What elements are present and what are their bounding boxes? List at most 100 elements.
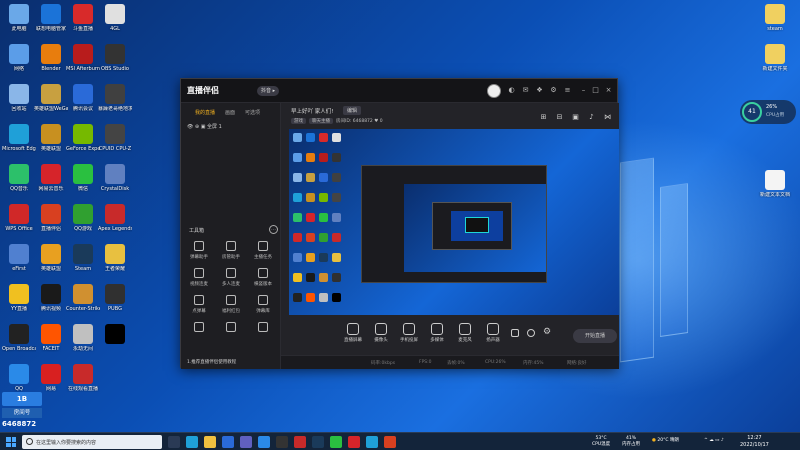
- vip-badge[interactable]: 抖音 ▸: [257, 86, 280, 96]
- mail-icon[interactable]: ✉: [521, 86, 530, 95]
- toolbox-item[interactable]: 点弹幕: [184, 295, 214, 314]
- task-view-icon[interactable]: [168, 436, 180, 448]
- steam-icon[interactable]: [312, 436, 324, 448]
- settings-icon[interactable]: ⚙: [543, 327, 551, 337]
- desktop-icon[interactable]: Apex Legends: [98, 204, 132, 232]
- cpu-widget[interactable]: 41 26% CPU占用: [740, 100, 796, 124]
- netease-music-icon[interactable]: [348, 436, 360, 448]
- stream-preview[interactable]: [289, 129, 619, 315]
- desktop-icon[interactable]: Microsoft Edge: [2, 124, 36, 152]
- settings-icon[interactable]: ⚙: [549, 86, 558, 95]
- desktop-icon[interactable]: MSI Afterburner: [66, 44, 100, 72]
- source-button[interactable]: 直播屏幕: [339, 323, 367, 343]
- desktop-icon[interactable]: CrystalDisk: [98, 164, 132, 192]
- start-live-button[interactable]: 开始直播: [573, 329, 617, 343]
- desktop-icon[interactable]: 网易: [34, 364, 68, 392]
- desktop-icon[interactable]: OBS Studio: [98, 44, 132, 72]
- headset-icon[interactable]: ◐: [507, 86, 516, 95]
- minimize-icon[interactable]: –: [579, 86, 588, 95]
- maximize-icon[interactable]: □: [591, 86, 600, 95]
- app-icon[interactable]: [240, 436, 252, 448]
- source-button[interactable]: 麦克风: [451, 323, 479, 343]
- toolbox-item[interactable]: 弹幕助手: [184, 241, 214, 260]
- windows-start-button[interactable]: [6, 437, 16, 447]
- desktop-icon[interactable]: CPUID CPU-Z: [98, 124, 132, 152]
- desktop-icon[interactable]: WPS Office: [2, 204, 36, 232]
- desktop-icon[interactable]: 腾讯视频: [34, 284, 68, 312]
- weather[interactable]: ● 20°C 晴朗: [652, 438, 679, 444]
- store-icon[interactable]: [222, 436, 234, 448]
- window-titlebar[interactable]: 直播伴侣 抖音 ▸ ◐ ✉ ❖ ⚙ ≡ – □ ×: [181, 79, 617, 103]
- desktop-icon[interactable]: Steam: [66, 244, 100, 272]
- desktop-icon[interactable]: 英雄联盟: [34, 124, 68, 152]
- desktop-icon[interactable]: 王者荣耀: [98, 244, 132, 272]
- desktop-icon[interactable]: 斗鱼直播: [66, 4, 100, 32]
- user-avatar[interactable]: [487, 84, 501, 98]
- edit-title-button[interactable]: 编辑: [343, 106, 362, 115]
- gift-icon[interactable]: ⊟: [555, 113, 564, 122]
- source-button[interactable]: 摄像头: [367, 323, 395, 343]
- toolbox-item[interactable]: 弹幕库: [248, 295, 278, 314]
- desktop-icon[interactable]: 英雄联盟: [34, 244, 68, 272]
- desktop-icon[interactable]: 腾讯会议: [66, 84, 100, 112]
- desktop-icon[interactable]: QQ游戏: [66, 204, 100, 232]
- menu-icon[interactable]: ≡: [563, 86, 572, 95]
- gift-icon[interactable]: ❖: [535, 86, 544, 95]
- toolbox-item[interactable]: 横竖版本: [248, 268, 278, 287]
- desktop-icon[interactable]: FACEIT: [34, 324, 68, 352]
- toolbox-item[interactable]: 视频连麦: [184, 268, 214, 287]
- bag-icon[interactable]: ▣: [571, 113, 580, 122]
- desktop-icon[interactable]: 新建文件夹: [758, 44, 792, 72]
- bell-icon[interactable]: ♪: [587, 113, 596, 122]
- lock-icon[interactable]: ⊞: [539, 113, 548, 122]
- app-icon[interactable]: [258, 436, 270, 448]
- desktop-icon[interactable]: 永劫无间: [66, 324, 100, 352]
- close-icon[interactable]: ×: [604, 86, 613, 95]
- desktop-icon[interactable]: 在线观看直播: [66, 364, 100, 392]
- toolbox-item[interactable]: [216, 322, 246, 335]
- desktop-icon[interactable]: QQ: [2, 364, 36, 392]
- desktop-icon[interactable]: 网络: [2, 44, 36, 72]
- app-icon[interactable]: [294, 436, 306, 448]
- desktop-icon[interactable]: YY直播: [2, 284, 36, 312]
- tray-icons[interactable]: ^ ☁ ▭ ♪: [704, 438, 724, 444]
- share-icon[interactable]: ⋈: [603, 113, 612, 122]
- desktop-icon[interactable]: Counter-Strike: [66, 284, 100, 312]
- source-button[interactable]: 扬声器: [479, 323, 507, 343]
- desktop-icon[interactable]: eFirst: [2, 244, 36, 272]
- clock-icon[interactable]: [527, 329, 535, 337]
- desktop-icon[interactable]: Blender: [34, 44, 68, 72]
- desktop-icon[interactable]: QQ音乐: [2, 164, 36, 192]
- more-icon[interactable]: …: [269, 225, 278, 234]
- desktop-icon[interactable]: 网易云音乐: [34, 164, 68, 192]
- toolbox-item[interactable]: 房管助手: [216, 241, 246, 260]
- desktop-icon[interactable]: 英雄联盟WeGame版: [34, 84, 68, 112]
- desktop-icon[interactable]: [98, 324, 132, 346]
- desktop-icon[interactable]: PUBG: [98, 284, 132, 312]
- toolbox-item[interactable]: 多人连麦: [216, 268, 246, 287]
- taskbar-search[interactable]: 在这里输入你要搜索的内容: [22, 435, 162, 449]
- desktop-icon[interactable]: 暴躁老哥绝地求生: [98, 84, 132, 112]
- desktop-icon[interactable]: 联想电脑管家: [34, 4, 68, 32]
- file-explorer-icon[interactable]: [204, 436, 216, 448]
- tutorial-notice[interactable]: 1.推荐直播伴侣使用教程: [187, 359, 236, 365]
- desktop-icon[interactable]: 回收站: [2, 84, 36, 112]
- tab-options[interactable]: 可选项: [245, 109, 260, 116]
- tab-my-live[interactable]: 我的直播: [195, 109, 215, 116]
- source-button[interactable]: 手机投屏: [395, 323, 423, 343]
- toolbox-item[interactable]: [248, 322, 278, 335]
- desktop-icon[interactable]: GeForce Experience: [66, 124, 100, 152]
- scene-item[interactable]: 👁 ⊕ ▣ 全屏 1: [187, 123, 222, 130]
- app-icon[interactable]: [366, 436, 378, 448]
- desktop-icon[interactable]: 直播伴侣: [34, 204, 68, 232]
- desktop-icon[interactable]: Open Broadcaster: [2, 324, 36, 352]
- record-icon[interactable]: [511, 329, 519, 337]
- desktop-icon[interactable]: 此电脑: [2, 4, 36, 32]
- desktop-icon[interactable]: 4GL: [98, 4, 132, 32]
- desktop-icon[interactable]: steam: [758, 4, 792, 32]
- app-icon[interactable]: [276, 436, 288, 448]
- source-button[interactable]: 多媒体: [423, 323, 451, 343]
- live-companion-icon[interactable]: [384, 436, 396, 448]
- wechat-icon[interactable]: [330, 436, 342, 448]
- edge-icon[interactable]: [186, 436, 198, 448]
